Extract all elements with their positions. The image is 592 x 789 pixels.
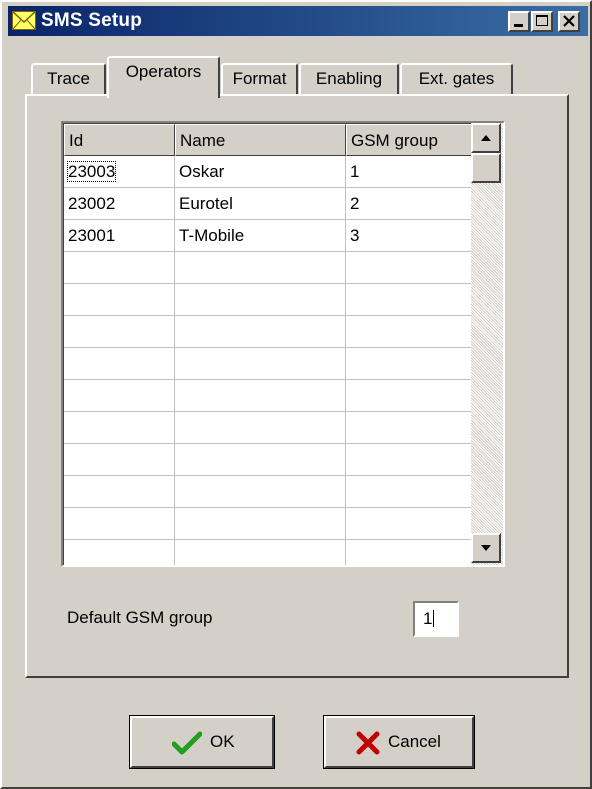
empty-row[interactable]	[64, 284, 472, 316]
default-gsm-group-input[interactable]: 1	[413, 601, 459, 637]
cell-id[interactable]: 23003	[64, 156, 175, 188]
empty-row[interactable]	[64, 412, 472, 444]
cell-gsm-group[interactable]: 3	[346, 220, 472, 252]
empty-row[interactable]	[64, 444, 472, 476]
arrow-down-icon	[481, 545, 491, 551]
minimize-icon	[514, 24, 523, 27]
column-header-id[interactable]: Id	[64, 124, 175, 156]
tab-operators[interactable]: Operators	[107, 56, 220, 98]
sms-setup-window: SMS Setup Trace Operators Format Enablin…	[0, 0, 592, 789]
cell-id[interactable]: 23002	[64, 188, 175, 220]
cell-gsm-group[interactable]: 2	[346, 188, 472, 220]
empty-row[interactable]	[64, 380, 472, 412]
operators-tab-panel: Id Name GSM group 23003 Oskar 1 23002 Eu…	[25, 94, 569, 678]
empty-row[interactable]	[64, 476, 472, 508]
cell-gsm-group[interactable]: 1	[346, 156, 472, 188]
close-button[interactable]	[558, 11, 580, 32]
window-title: SMS Setup	[41, 10, 143, 31]
grid-header-row: Id Name GSM group	[64, 124, 472, 156]
empty-row[interactable]	[64, 316, 472, 348]
arrow-up-icon	[481, 135, 491, 141]
x-icon	[356, 731, 380, 755]
table-row[interactable]: 23001 T-Mobile 3	[64, 220, 472, 252]
tab-enabling[interactable]: Enabling	[299, 63, 399, 95]
ok-button[interactable]: OK	[129, 715, 275, 769]
operators-grid[interactable]: Id Name GSM group 23003 Oskar 1 23002 Eu…	[61, 121, 505, 567]
envelope-icon	[12, 11, 36, 30]
text-caret	[433, 610, 435, 627]
cell-name[interactable]: Oskar	[175, 156, 346, 188]
titlebar[interactable]: SMS Setup	[8, 6, 588, 36]
maximize-button[interactable]	[531, 11, 553, 32]
cancel-button[interactable]: Cancel	[323, 715, 475, 769]
column-header-name[interactable]: Name	[175, 124, 346, 156]
maximize-icon	[536, 15, 548, 26]
table-row[interactable]: 23003 Oskar 1	[64, 156, 472, 188]
tab-format[interactable]: Format	[221, 63, 298, 95]
scroll-thumb[interactable]	[471, 153, 501, 183]
cell-name[interactable]: Eurotel	[175, 188, 346, 220]
empty-row[interactable]	[64, 348, 472, 380]
cell-id[interactable]: 23001	[64, 220, 175, 252]
grid-body: Id Name GSM group 23003 Oskar 1 23002 Eu…	[63, 123, 472, 565]
scroll-up-button[interactable]	[471, 123, 501, 153]
vertical-scrollbar[interactable]	[471, 123, 503, 565]
minimize-button[interactable]	[508, 11, 530, 32]
close-icon	[563, 15, 575, 27]
scroll-down-button[interactable]	[471, 533, 501, 563]
default-gsm-group-label: Default GSM group	[67, 608, 213, 627]
empty-row[interactable]	[64, 252, 472, 284]
cell-name[interactable]: T-Mobile	[175, 220, 346, 252]
tab-trace[interactable]: Trace	[31, 63, 106, 95]
checkmark-icon	[172, 731, 202, 755]
empty-row[interactable]	[64, 540, 472, 565]
tab-ext-gates[interactable]: Ext. gates	[400, 63, 513, 95]
empty-row[interactable]	[64, 508, 472, 540]
column-header-gsm-group[interactable]: GSM group	[346, 124, 472, 156]
table-row[interactable]: 23002 Eurotel 2	[64, 188, 472, 220]
